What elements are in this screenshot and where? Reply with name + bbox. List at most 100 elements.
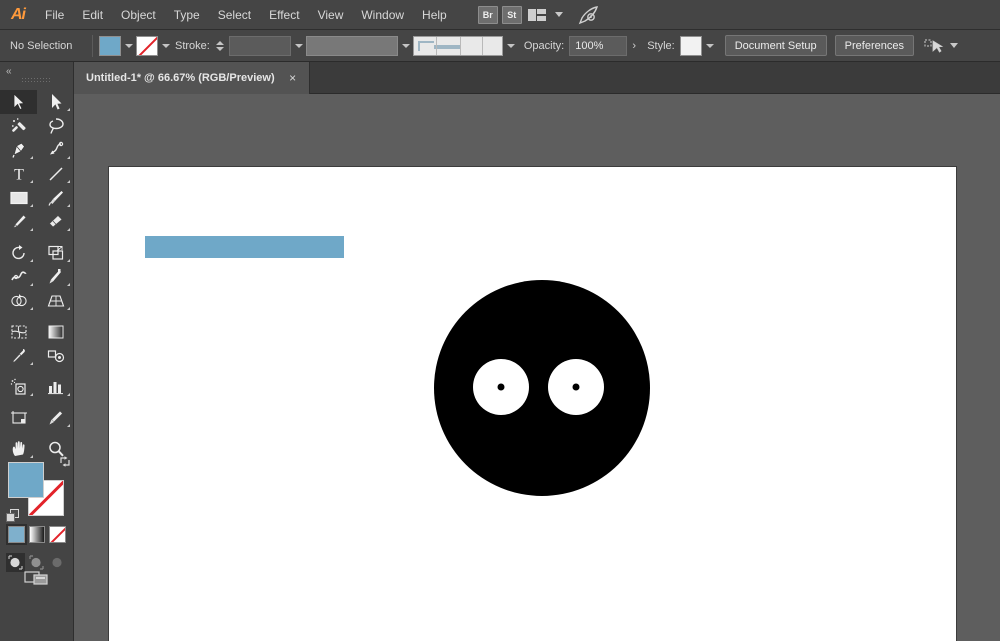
tool-group-divider (0, 313, 74, 320)
stroke-weight-stepper[interactable] (215, 36, 226, 56)
artboard-tool[interactable] (0, 406, 37, 430)
divider (92, 35, 93, 57)
line-segment-tool[interactable] (37, 162, 74, 186)
document-tab[interactable]: Untitled-1* @ 66.67% (RGB/Preview) × (74, 62, 310, 94)
slice-tool[interactable] (37, 406, 74, 430)
stock-icon[interactable]: St (502, 6, 522, 24)
variable-width-profile-dropdown[interactable] (306, 36, 398, 56)
menu-type[interactable]: Type (165, 0, 209, 30)
stroke-swatch-chevron-down-icon[interactable] (159, 36, 173, 56)
scale-tool[interactable] (37, 241, 74, 265)
width-tool[interactable] (0, 265, 37, 289)
none-mode-button[interactable] (49, 526, 66, 543)
menu-select[interactable]: Select (209, 0, 260, 30)
stroke-color-swatch[interactable] (136, 36, 158, 56)
toolbar-fill-swatch[interactable] (8, 462, 44, 498)
stroke-weight-label: Stroke: (175, 40, 210, 52)
close-icon[interactable]: × (287, 72, 299, 84)
artboard[interactable] (108, 166, 957, 641)
menu-help[interactable]: Help (413, 0, 456, 30)
menu-bar: Ai File Edit Object Type Select Effect V… (0, 0, 1000, 30)
perspective-grid-tool[interactable] (37, 289, 74, 313)
free-transform-tool[interactable] (37, 265, 74, 289)
blue-rectangle-shape[interactable] (145, 236, 344, 258)
fill-mode-buttons (8, 526, 66, 544)
paintbrush-tool[interactable] (37, 186, 74, 210)
default-fill-stroke-icon[interactable] (6, 509, 21, 524)
stroke-weight-input[interactable] (229, 36, 291, 56)
stroke-profile-preview[interactable] (413, 36, 503, 56)
style-label: Style: (647, 40, 675, 52)
illustrator-logo-icon: Ai (0, 0, 36, 30)
color-mode-button[interactable] (8, 526, 25, 543)
mesh-tool[interactable] (0, 320, 37, 344)
align-transform-icon[interactable] (924, 37, 944, 55)
rectangle-tool[interactable] (0, 186, 37, 210)
type-tool[interactable]: T (0, 162, 37, 186)
menu-effect[interactable]: Effect (260, 0, 308, 30)
preferences-button[interactable]: Preferences (835, 35, 914, 56)
right-pupil-shape[interactable] (573, 384, 580, 391)
tool-group-divider (0, 368, 74, 375)
document-setup-button[interactable]: Document Setup (725, 35, 827, 56)
menu-file[interactable]: File (36, 0, 73, 30)
tool-group-divider (0, 399, 74, 406)
collapse-panel-icon[interactable]: « (6, 66, 11, 77)
align-chevron-down-icon[interactable] (950, 43, 958, 48)
gradient-tool[interactable] (37, 320, 74, 344)
menu-view[interactable]: View (309, 0, 353, 30)
pen-tool[interactable] (0, 138, 37, 162)
arrange-documents-icon[interactable] (526, 7, 548, 23)
selection-tool[interactable] (0, 90, 37, 114)
opacity-expand-arrow-icon[interactable]: › (627, 36, 641, 56)
document-tab-bar: Untitled-1* @ 66.67% (RGB/Preview) × (0, 62, 1000, 94)
variable-width-chevron-down-icon[interactable] (399, 36, 413, 56)
magic-wand-tool[interactable] (0, 114, 37, 138)
panel-drag-handle[interactable] (22, 78, 52, 83)
canvas-area[interactable] (74, 94, 1000, 641)
column-graph-tool[interactable] (37, 375, 74, 399)
tool-group-divider (0, 430, 74, 437)
eyedropper-tool[interactable] (0, 344, 37, 368)
tools-panel: « (0, 62, 74, 641)
graphic-style-swatch[interactable] (680, 36, 702, 56)
style-chevron-down-icon[interactable] (703, 36, 717, 56)
menu-edit[interactable]: Edit (73, 0, 112, 30)
left-eye-shape[interactable] (473, 359, 529, 415)
gradient-mode-button[interactable] (29, 526, 46, 543)
blend-tool[interactable] (37, 344, 74, 368)
selection-status: No Selection (6, 40, 86, 52)
direct-selection-tool[interactable] (37, 90, 74, 114)
opacity-input[interactable]: 100% (569, 36, 627, 56)
symbol-sprayer-tool[interactable] (0, 375, 37, 399)
tool-group-divider (0, 234, 74, 241)
curvature-tool[interactable] (37, 138, 74, 162)
tool-grid: T (0, 90, 74, 461)
chevron-down-icon-arrange[interactable] (555, 12, 563, 17)
rotate-tool[interactable] (0, 241, 37, 265)
black-face-circle-shape[interactable] (434, 280, 650, 496)
pencil-tool[interactable] (0, 210, 37, 234)
eraser-tool[interactable] (37, 210, 74, 234)
right-eye-shape[interactable] (548, 359, 604, 415)
lasso-tool[interactable] (37, 114, 74, 138)
control-bar: No Selection Stroke: Opacity: 100% › Sty… (0, 30, 1000, 62)
rocket-icon[interactable] (577, 5, 601, 25)
bridge-icon[interactable]: Br (478, 6, 498, 24)
menu-object[interactable]: Object (112, 0, 165, 30)
fill-color-swatch[interactable] (99, 36, 121, 56)
stroke-weight-chevron-down-icon[interactable] (292, 36, 306, 56)
opacity-label: Opacity: (524, 40, 564, 52)
hand-tool[interactable] (0, 437, 37, 461)
svg-text:T: T (14, 167, 24, 184)
menu-window[interactable]: Window (352, 0, 413, 30)
fill-stroke-cluster (8, 462, 66, 518)
shape-builder-tool[interactable] (0, 289, 37, 313)
left-pupil-shape[interactable] (498, 384, 505, 391)
stroke-profile-chevron-down-icon[interactable] (504, 36, 518, 56)
fill-swatch-chevron-down-icon[interactable] (122, 36, 136, 56)
document-tab-title: Untitled-1* @ 66.67% (RGB/Preview) (86, 72, 275, 84)
swap-fill-stroke-icon[interactable] (58, 454, 72, 468)
change-screen-mode-icon[interactable] (22, 567, 52, 589)
menubar-right-cluster: Br St (478, 5, 601, 25)
